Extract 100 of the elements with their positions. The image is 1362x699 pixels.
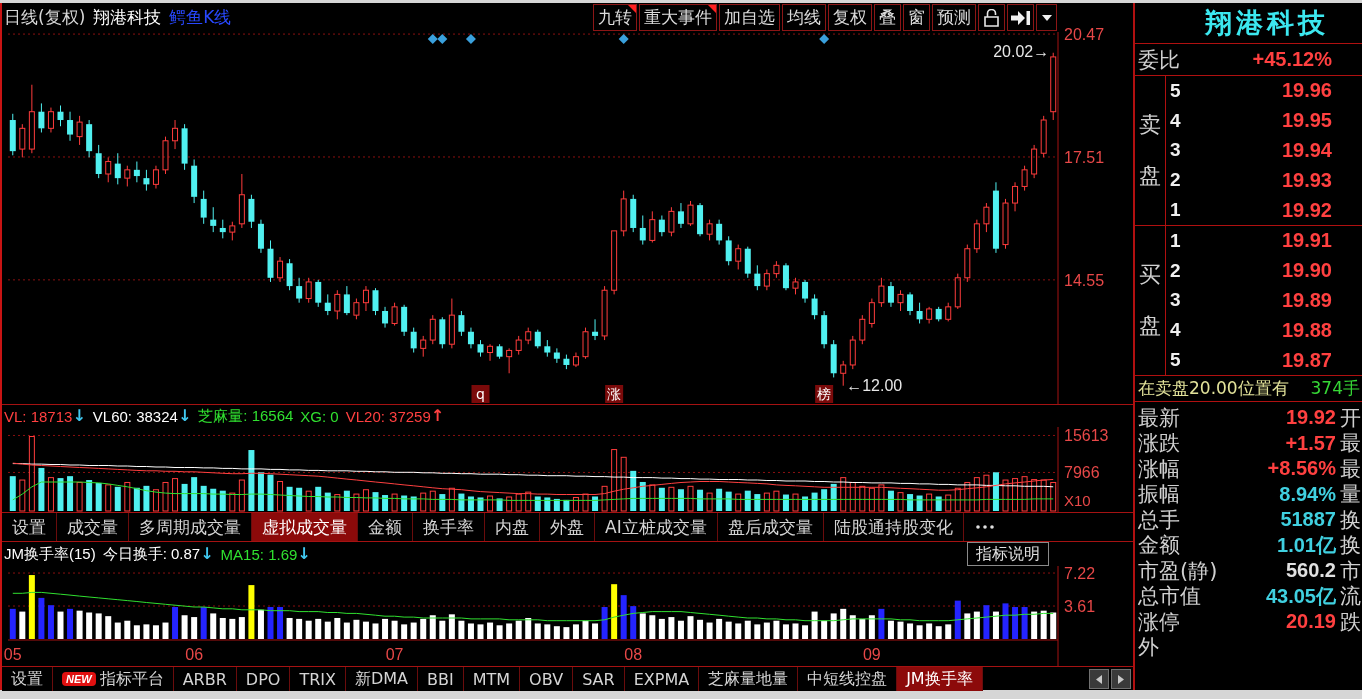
volume-bar: [277, 481, 284, 512]
turnover-bar: [487, 622, 494, 639]
volume-bar: [114, 486, 121, 511]
candlestick: [181, 123, 188, 171]
candlestick: [1031, 144, 1038, 179]
month-label: 09: [862, 646, 881, 663]
event-tag: 涨: [605, 385, 624, 403]
volume-bar: [525, 491, 532, 512]
indicator-tab[interactable]: 新DMA: [345, 667, 419, 691]
candlestick: [124, 165, 131, 187]
turnover-bar: [525, 618, 532, 639]
turnover-bar: [840, 608, 847, 639]
candlestick: [620, 190, 627, 237]
stat-value: 8.94%: [1279, 482, 1336, 506]
candlestick: [114, 152, 121, 185]
stat-value: 19.92: [1285, 406, 1336, 430]
stat-label: 涨跌: [1138, 430, 1181, 458]
stat-label: 最: [1340, 430, 1362, 458]
indicator-tab[interactable]: SAR: [573, 667, 625, 691]
order-price: 19.90: [1281, 259, 1332, 283]
candlestick: [601, 285, 608, 341]
dropdown-button[interactable]: [1036, 4, 1057, 31]
indicator-tab[interactable]: ARBR: [173, 667, 237, 691]
volume-bar: [19, 479, 26, 512]
indicator-value: VL60: 38324: [92, 407, 178, 425]
turnover-bar: [544, 624, 551, 639]
indicator-tab[interactable]: NEW 指标平台: [53, 667, 174, 691]
indicator-tab[interactable]: DPO: [236, 667, 291, 691]
turnover-bar: [353, 619, 360, 639]
stat-label: 市盈(静): [1138, 557, 1219, 585]
toolbar-button[interactable]: 复权: [828, 4, 872, 31]
turnover-bar: [744, 620, 751, 639]
volume-bar: [754, 494, 761, 511]
trend-arrow: ↓: [200, 546, 214, 562]
volume-bar: [649, 484, 656, 512]
candlestick: [878, 277, 885, 308]
end-button[interactable]: [1007, 4, 1034, 31]
indicator-tab[interactable]: TRIX: [290, 667, 346, 691]
toolbar-button[interactable]: 叠: [874, 4, 901, 31]
toolbar-button[interactable]: 预测: [932, 4, 976, 31]
toolbar-button[interactable]: 加自选: [719, 4, 780, 31]
indicator-tab[interactable]: 中短线控盘: [798, 667, 898, 691]
candlestick: [1002, 198, 1009, 250]
order-rank: 5: [1170, 79, 1181, 102]
stat-label: 量: [1340, 481, 1362, 509]
indicator-tab[interactable]: JM换手率: [897, 667, 983, 691]
toolbar-button[interactable]: 九转: [593, 4, 637, 31]
turnover-bar: [887, 620, 894, 639]
turnover-bar: [210, 613, 217, 639]
turnover-bar: [907, 623, 914, 639]
turnover-bar: [964, 613, 971, 639]
scroll-left-button[interactable]: [1089, 669, 1109, 689]
indicator-tab[interactable]: EXPMA: [624, 667, 700, 691]
candlestick: [907, 291, 914, 316]
turnover-bar: [267, 607, 274, 639]
candlestick: [897, 289, 904, 312]
turnover-bar: [563, 627, 570, 639]
volume-bar: [191, 477, 198, 511]
indicator-tab[interactable]: BBI: [418, 667, 464, 691]
indicator-value: MA15: 1.69: [220, 545, 298, 563]
volume-bar: [926, 493, 933, 512]
candlestick: [448, 298, 455, 349]
volume-bar: [782, 494, 789, 511]
indicator-tab[interactable]: 设置: [2, 667, 53, 691]
turnover-bar: [1002, 603, 1009, 639]
stat-label: 开: [1340, 404, 1362, 432]
candlestick: [639, 215, 646, 246]
turnover-bar: [324, 621, 331, 639]
volume-bar: [439, 494, 446, 511]
turnover-bar: [105, 616, 112, 639]
candlestick: [534, 329, 541, 349]
candlestick: [420, 335, 427, 358]
candlestick: [133, 161, 140, 183]
candlestick: [95, 144, 102, 179]
turnover-bar: [57, 611, 64, 639]
candlestick: [343, 285, 350, 316]
volume-tab[interactable]: 虚拟成交量: [252, 513, 358, 541]
trend-arrow: ↓: [72, 408, 86, 424]
help-button[interactable]: 指标说明: [967, 542, 1049, 566]
indicator-tab[interactable]: MTM: [463, 667, 521, 691]
lock-button[interactable]: [978, 4, 1005, 31]
month-label: 08: [624, 646, 643, 663]
indicator-tab[interactable]: 芝麻量地量: [699, 667, 799, 691]
volume-bar: [1012, 478, 1019, 512]
toolbar-button[interactable]: 窗: [903, 4, 930, 31]
volume-bar: [802, 496, 809, 511]
turnover-bar: [926, 623, 933, 639]
indicator-tab[interactable]: OBV: [520, 667, 574, 691]
candlestick: [716, 219, 723, 246]
candlestick: [802, 279, 809, 304]
toolbar-button[interactable]: 重大事件: [639, 4, 717, 31]
axis-label: 7966: [1064, 464, 1100, 482]
volume-bar: [143, 485, 150, 511]
toolbar-button[interactable]: 均线: [782, 4, 826, 31]
volume-bar: [210, 488, 217, 511]
scroll-right-button[interactable]: [1111, 669, 1131, 689]
turnover-bar: [725, 621, 732, 639]
volume-bar: [697, 489, 704, 511]
volume-bar: [362, 489, 369, 512]
indicator-value: VL: 18713: [4, 407, 73, 425]
